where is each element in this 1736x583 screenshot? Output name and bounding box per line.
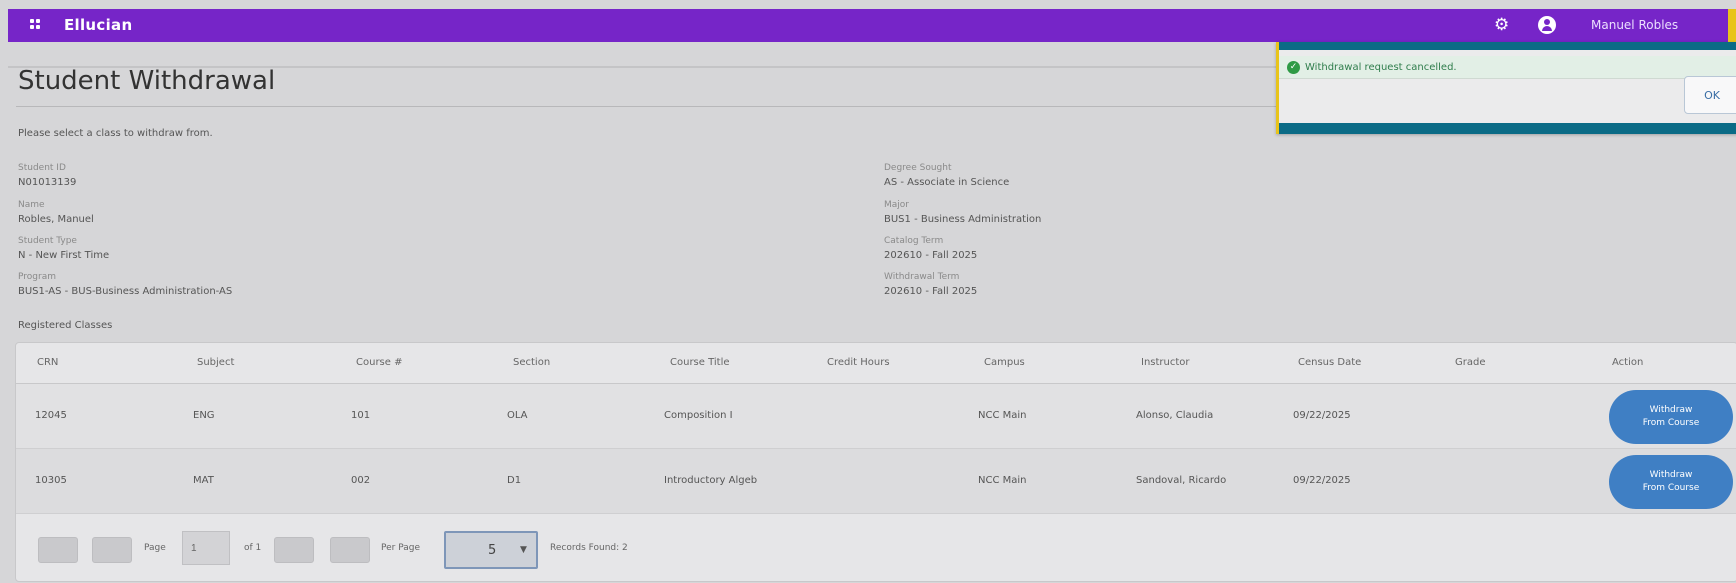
top-app-bar: Ellucian ⚙ Manuel Robles (8, 9, 1736, 42)
major-value: BUS1 - Business Administration (884, 214, 1042, 225)
campus-cell: NCC Main (978, 475, 1027, 486)
column-header-course-number[interactable]: Course # (356, 357, 402, 368)
success-check-icon: ✓ (1287, 61, 1300, 74)
column-header-credit-hours[interactable]: Credit Hours (827, 357, 890, 368)
course-title-cell: Introductory Algeb (664, 475, 758, 486)
pagination-bar: Page of 1 Per Page 5 ▼ Records Found: 2 (16, 523, 1736, 573)
last-page-button[interactable] (330, 537, 370, 563)
app-grid-icon[interactable] (30, 19, 44, 31)
catalog-term-field: Catalog Term 202610 - Fall 2025 (884, 236, 977, 265)
degree-label: Degree Sought (884, 163, 952, 173)
first-page-button[interactable] (38, 537, 78, 563)
column-header-census-date[interactable]: Census Date (1298, 357, 1361, 368)
crn-cell: 10305 (35, 475, 67, 486)
withdraw-from-course-button[interactable]: Withdraw From Course (1609, 455, 1733, 509)
column-header-section[interactable]: Section (513, 357, 550, 368)
registered-classes-heading: Registered Classes (18, 320, 113, 331)
catalog-term-label: Catalog Term (884, 236, 944, 246)
registered-classes-table: CRN Subject Course # Section Course Titl… (15, 342, 1736, 582)
major-field: Major BUS1 - Business Administration (884, 200, 1041, 229)
page-label: Page (144, 543, 166, 553)
catalog-term-value: 202610 - Fall 2025 (884, 250, 978, 261)
student-type-field: Student Type N - New First Time (18, 236, 109, 265)
degree-field: Degree Sought AS - Associate in Science (884, 163, 1009, 192)
user-name[interactable]: Manuel Robles (1591, 18, 1678, 32)
column-header-crn[interactable]: CRN (37, 357, 58, 368)
per-page-value: 5 (488, 543, 497, 558)
ok-button[interactable]: OK (1684, 76, 1736, 114)
program-field: Program BUS1-AS - BUS-Business Administr… (18, 272, 232, 301)
toast-top-bar (1279, 42, 1736, 50)
gear-icon[interactable]: ⚙ (1494, 16, 1509, 34)
student-type-label: Student Type (18, 236, 77, 246)
student-id-label: Student ID (18, 163, 66, 173)
degree-value: AS - Associate in Science (884, 177, 1010, 188)
toast-bottom-bar (1279, 123, 1736, 134)
course-number-cell: 002 (351, 475, 371, 486)
subject-cell: ENG (193, 410, 215, 421)
student-id-field: Student ID N01013139 (18, 163, 76, 192)
student-id-value: N01013139 (18, 177, 77, 188)
withdraw-from-course-button[interactable]: Withdraw From Course (1609, 390, 1733, 444)
column-header-grade[interactable]: Grade (1455, 357, 1486, 368)
name-field: Name Robles, Manuel (18, 200, 94, 229)
per-page-select[interactable]: 5 ▼ (444, 531, 538, 569)
column-header-course-title[interactable]: Course Title (670, 357, 730, 368)
census-date-cell: 09/22/2025 (1293, 410, 1351, 421)
column-header-subject[interactable]: Subject (197, 357, 234, 368)
crn-cell: 12045 (35, 410, 67, 421)
previous-page-button[interactable] (92, 537, 132, 563)
major-label: Major (884, 200, 909, 210)
subject-cell: MAT (193, 475, 214, 486)
section-cell: D1 (507, 475, 522, 486)
table-header: CRN Subject Course # Section Course Titl… (16, 343, 1736, 384)
table-row: 12045 ENG 101 OLA Composition I NCC Main… (16, 384, 1736, 449)
notification-toast: ✓ Withdrawal request cancelled. OK (1276, 42, 1736, 134)
withdrawal-term-label: Withdrawal Term (884, 272, 960, 282)
page-number-input[interactable] (182, 531, 230, 565)
census-date-cell: 09/22/2025 (1293, 475, 1351, 486)
table-row: 10305 MAT 002 D1 Introductory Algeb NCC … (16, 449, 1736, 514)
next-page-button[interactable] (274, 537, 314, 563)
records-found-label: Records Found: 2 (550, 543, 628, 553)
name-value: Robles, Manuel (18, 214, 94, 225)
program-label: Program (18, 272, 56, 282)
withdrawal-term-value: 202610 - Fall 2025 (884, 286, 978, 297)
withdrawal-term-field: Withdrawal Term 202610 - Fall 2025 (884, 272, 977, 301)
course-number-cell: 101 (351, 410, 371, 421)
chevron-down-icon: ▼ (520, 545, 527, 555)
user-avatar-icon[interactable] (1538, 16, 1556, 34)
instruction-text: Please select a class to withdraw from. (18, 128, 213, 139)
column-header-instructor[interactable]: Instructor (1141, 357, 1190, 368)
section-cell: OLA (507, 410, 528, 421)
toast-message-bar: ✓ Withdrawal request cancelled. (1279, 56, 1736, 79)
page-count-label: of 1 (244, 543, 262, 553)
ellucian-logo: Ellucian (64, 16, 133, 34)
column-header-campus[interactable]: Campus (984, 357, 1025, 368)
column-header-action: Action (1612, 357, 1644, 368)
name-label: Name (18, 200, 45, 210)
instructor-cell: Alonso, Claudia (1136, 410, 1214, 421)
student-type-value: N - New First Time (18, 250, 110, 261)
campus-cell: NCC Main (978, 410, 1027, 421)
toast-message: Withdrawal request cancelled. (1305, 62, 1457, 73)
header-accent-tab[interactable] (1728, 9, 1736, 42)
per-page-label: Per Page (381, 543, 420, 553)
page-title: Student Withdrawal (18, 66, 276, 96)
program-value: BUS1-AS - BUS-Business Administration-AS (18, 286, 233, 297)
course-title-cell: Composition I (664, 410, 733, 421)
instructor-cell: Sandoval, Ricardo (1136, 475, 1227, 486)
